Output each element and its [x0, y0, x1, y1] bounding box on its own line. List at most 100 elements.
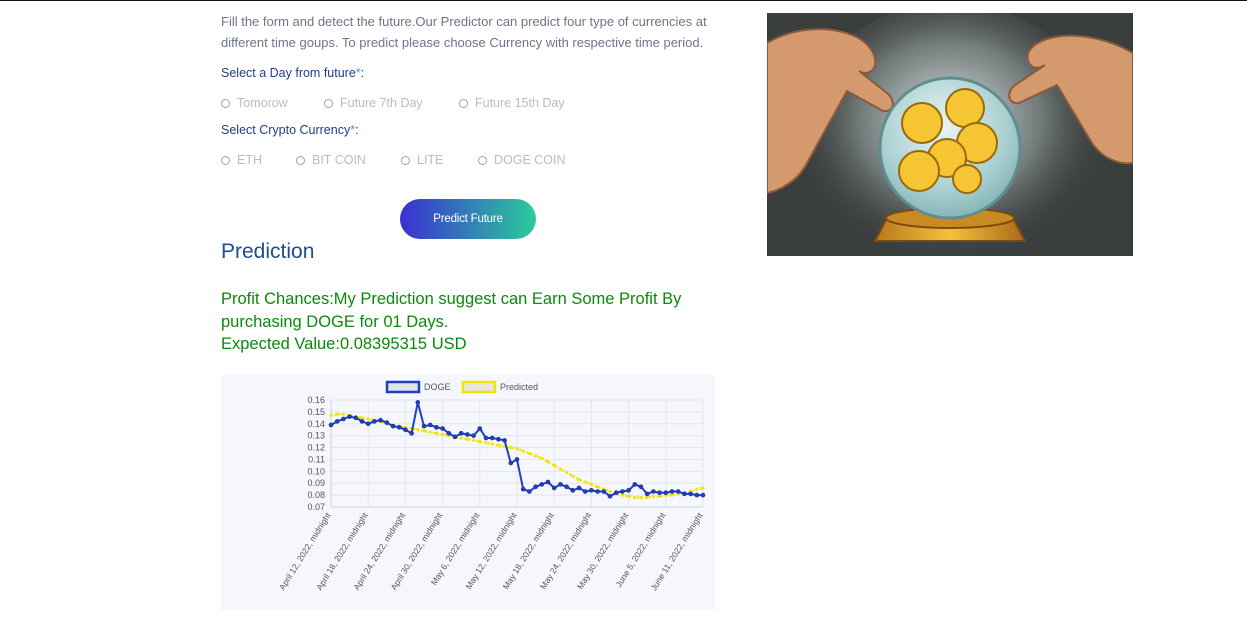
predicted-point	[335, 412, 339, 416]
doge-point	[353, 415, 359, 421]
doge-point	[632, 482, 638, 487]
predicted-point	[441, 432, 445, 437]
doge-point	[477, 426, 483, 431]
radio-label: Tomorow	[237, 96, 288, 110]
predicted-point	[565, 470, 569, 475]
doge-point	[551, 485, 557, 491]
radio-circle-icon[interactable]	[221, 155, 230, 165]
currency-label: Select Crypto Currency*:	[221, 123, 359, 137]
doge-point	[427, 422, 433, 428]
doge-point	[582, 489, 588, 494]
y-tick-label: 0.11	[308, 454, 325, 464]
radio-tomorrow[interactable]: Tomorow	[221, 96, 288, 110]
predicted-point	[633, 495, 637, 500]
y-tick-label: 0.07	[307, 502, 325, 512]
doge-point	[409, 430, 414, 436]
radio-eth[interactable]: ETH	[221, 153, 262, 167]
doge-point	[328, 422, 334, 428]
predicted-point	[329, 413, 333, 418]
predicted-point	[360, 416, 364, 420]
y-tick-label: 0.12	[307, 443, 325, 453]
doge-point	[651, 489, 656, 494]
doge-point	[675, 489, 681, 494]
top-border	[0, 0, 1247, 1]
y-tick-label: 0.09	[307, 478, 325, 488]
radio-circle-icon[interactable]	[324, 98, 333, 108]
radio-label: BIT COIN	[312, 153, 366, 167]
predicted-point	[627, 494, 631, 498]
intro-text: Fill the form and detect the future.Our …	[221, 14, 707, 50]
doge-point	[545, 479, 551, 485]
radio-bitcoin[interactable]: BIT COIN	[296, 153, 366, 167]
predicted-point	[496, 443, 500, 447]
doge-point	[558, 482, 563, 487]
radio-lite[interactable]: LITE	[401, 153, 443, 167]
doge-point	[682, 491, 687, 497]
predict-future-button[interactable]: Predict Future	[400, 199, 536, 239]
doge-point	[452, 434, 458, 440]
predicted-point	[341, 412, 345, 416]
doge-point	[620, 489, 625, 494]
predicted-point	[478, 440, 482, 444]
doge-point	[489, 435, 495, 441]
doge-point	[700, 492, 706, 498]
predicted-point	[527, 451, 531, 456]
predicted-point	[558, 467, 562, 471]
predicted-point	[589, 482, 593, 487]
doge-point	[694, 492, 700, 498]
predicted-point	[459, 436, 463, 440]
doge-coin-icon	[898, 150, 940, 192]
predicted-point	[366, 417, 370, 421]
doge-point	[440, 426, 445, 431]
predicted-point	[416, 428, 420, 432]
day-label-text: Select a Day from future	[221, 66, 356, 80]
doge-point	[657, 490, 662, 496]
y-tick-label: 0.16	[307, 395, 325, 405]
doge-point	[390, 423, 396, 429]
doge-point	[421, 423, 427, 429]
doge-point	[527, 489, 532, 494]
doge-point	[458, 430, 464, 436]
doge-point	[359, 419, 365, 424]
doge-point	[415, 400, 421, 405]
price-chart: 0.16 0.15 0.14 0.13 0.12 0.11 0.10 0.09 0.08 0.07…	[221, 375, 715, 610]
predicted-point	[645, 495, 649, 500]
y-tick-label: 0.13	[307, 431, 325, 441]
prediction-result: Profit Chances:My Prediction suggest can…	[221, 288, 701, 356]
predicted-point	[695, 487, 699, 491]
predicted-point	[515, 447, 519, 451]
predicted-point	[428, 430, 432, 434]
day-label: Select a Day from future*:	[221, 66, 364, 80]
radio-circle-icon[interactable]	[478, 155, 487, 165]
predicted-point	[596, 485, 600, 489]
radio-circle-icon[interactable]	[459, 98, 468, 108]
eth-coin-icon	[945, 88, 985, 128]
radio-doge-coin[interactable]: DOGE COIN	[478, 153, 566, 167]
doge-point	[446, 430, 452, 436]
radio-future-7th-day[interactable]: Future 7th Day	[324, 96, 423, 110]
doge-point	[576, 485, 582, 491]
radio-circle-icon[interactable]	[221, 98, 230, 108]
radio-circle-icon[interactable]	[401, 155, 410, 165]
predicted-point	[472, 438, 476, 443]
doge-point	[638, 484, 644, 490]
radio-circle-icon[interactable]	[296, 155, 305, 165]
predicted-point	[534, 454, 538, 458]
radio-label: Future 7th Day	[340, 96, 423, 110]
chart-svg: 0.16 0.15 0.14 0.13 0.120.11 0.10 0.09 0.08 0.07…	[277, 380, 706, 592]
currency-label-text: Select Crypto Currency	[221, 123, 351, 137]
predicted-point	[484, 441, 488, 445]
predicted-point	[639, 495, 643, 500]
predicted-point	[509, 445, 513, 450]
bnb-coin-icon	[901, 102, 943, 144]
profit-chances-text: Profit Chances:My Prediction suggest can…	[221, 290, 682, 331]
doge-point	[520, 486, 526, 492]
doge-point	[334, 419, 340, 424]
doge-point	[434, 425, 439, 430]
doge-point	[601, 489, 607, 494]
predicted-point	[701, 486, 705, 490]
radio-future-15th-day[interactable]: Future 15th Day	[459, 96, 565, 110]
doge-point	[688, 491, 693, 497]
radio-label: ETH	[237, 153, 262, 167]
doge-point	[663, 490, 669, 496]
